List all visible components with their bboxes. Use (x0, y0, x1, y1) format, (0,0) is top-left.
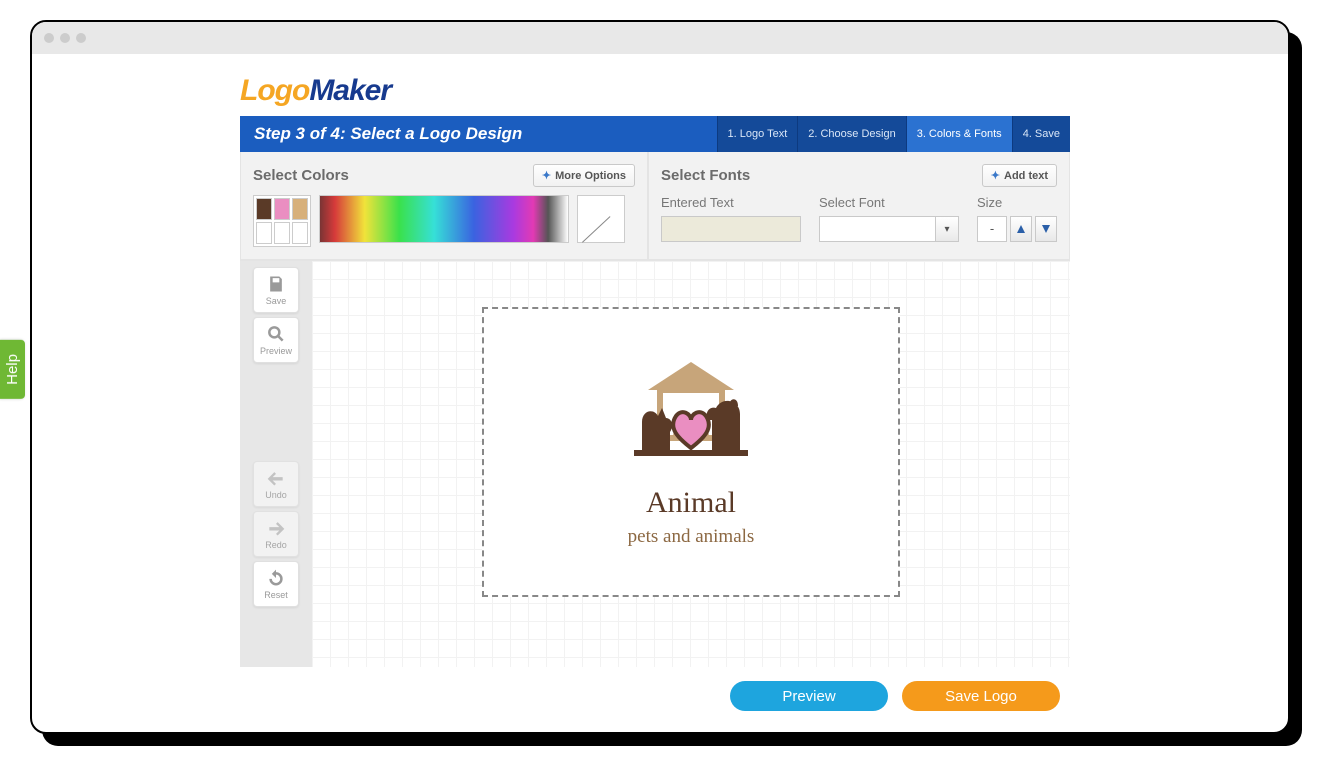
brand-part2: Maker (309, 74, 391, 107)
save-logo-button[interactable]: Save Logo (902, 681, 1060, 711)
arrow-right-icon (266, 518, 286, 538)
save-tool[interactable]: Save (253, 267, 299, 313)
font-size-down-button[interactable] (1035, 216, 1057, 242)
plus-icon: ✦ (542, 169, 551, 182)
undo-tool[interactable]: Undo (253, 461, 299, 507)
logo-graphic[interactable] (606, 356, 776, 476)
size-label: Size (977, 195, 1057, 210)
select-colors-panel: Select Colors ✦More Options (240, 152, 648, 260)
step-colors-fonts[interactable]: 3. Colors & Fonts (906, 116, 1012, 152)
logo-bounding-box[interactable]: Animal pets and animals (482, 307, 900, 597)
select-font-label: Select Font (819, 195, 959, 210)
add-text-button[interactable]: ✦Add text (982, 164, 1057, 187)
redo-tool[interactable]: Redo (253, 511, 299, 557)
step-logo-text[interactable]: 1. Logo Text (717, 116, 798, 152)
logo-subtitle-text[interactable]: pets and animals (628, 526, 755, 548)
no-color-swatch[interactable] (577, 195, 625, 243)
plus-icon: ✦ (991, 169, 1000, 182)
browser-titlebar (32, 22, 1288, 54)
help-tab[interactable]: Help (0, 340, 25, 399)
window-dot (76, 33, 86, 43)
tool-column: Save Preview Undo Redo (240, 261, 312, 667)
brand-part1: Logo (240, 74, 309, 107)
window-dot (44, 33, 54, 43)
reset-icon (266, 568, 286, 588)
step-choose-design[interactable]: 2. Choose Design (797, 116, 905, 152)
window-dot (60, 33, 70, 43)
entered-text-label: Entered Text (661, 195, 801, 210)
brand-logo: LogoMaker (240, 74, 1070, 108)
select-fonts-panel: Select Fonts ✦Add text Entered Text Sele… (648, 152, 1070, 260)
logo-title-text[interactable]: Animal (646, 486, 736, 520)
color-spectrum-picker[interactable] (319, 195, 569, 243)
font-size-value: - (977, 216, 1007, 242)
action-row: Preview Save Logo (240, 667, 1070, 732)
step-save[interactable]: 4. Save (1012, 116, 1070, 152)
color-swatch-grid[interactable] (253, 195, 311, 247)
select-fonts-title: Select Fonts (661, 167, 750, 184)
step-title: Step 3 of 4: Select a Logo Design (240, 116, 717, 152)
font-size-up-button[interactable] (1010, 216, 1032, 242)
save-icon (266, 274, 286, 294)
step-bar: Step 3 of 4: Select a Logo Design 1. Log… (240, 116, 1070, 152)
preview-button[interactable]: Preview (730, 681, 888, 711)
magnifier-icon (266, 324, 286, 344)
more-options-button[interactable]: ✦More Options (533, 164, 635, 187)
design-canvas[interactable]: Animal pets and animals (312, 261, 1070, 667)
reset-tool[interactable]: Reset (253, 561, 299, 607)
select-colors-title: Select Colors (253, 167, 349, 184)
entered-text-input[interactable] (661, 216, 801, 242)
preview-tool[interactable]: Preview (253, 317, 299, 363)
arrow-left-icon (266, 468, 286, 488)
font-select[interactable] (819, 216, 959, 242)
browser-frame: LogoMaker Step 3 of 4: Select a Logo Des… (30, 20, 1290, 734)
